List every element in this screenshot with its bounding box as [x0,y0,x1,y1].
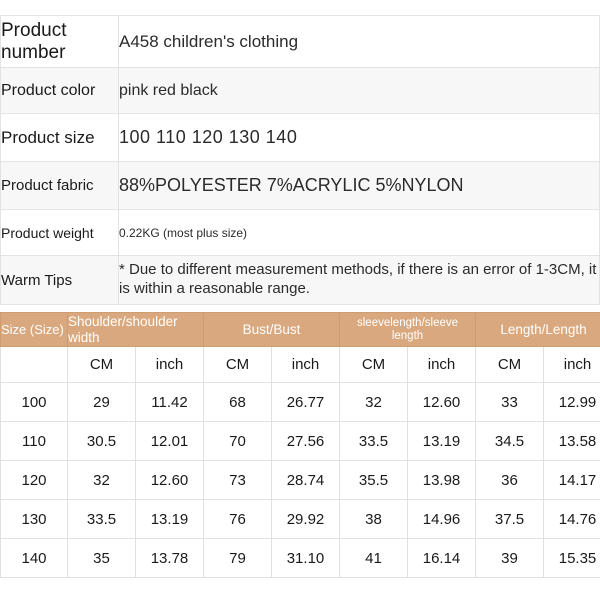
cell-shoulder-cm: 29 [68,383,136,422]
cell-sleeve-inch: 13.98 [408,461,476,500]
product-spec-table: Product number A458 children's clothing … [0,15,600,305]
unit-sleeve-cm: CM [340,347,408,383]
spec-row-product-size: Product size 100 110 120 130 140 [1,114,600,162]
spec-value-product-size: 100 110 120 130 140 [119,114,600,162]
spec-label-warm-tips: Warm Tips [1,256,119,305]
cell-length-inch: 12.99 [544,383,600,422]
size-chart-header-length: Length/Length [476,313,600,347]
spec-value-product-color: pink red black [119,68,600,114]
cell-bust-inch: 31.10 [272,539,340,578]
cell-length-cm: 34.5 [476,422,544,461]
cell-sleeve-cm: 33.5 [340,422,408,461]
cell-sleeve-inch: 16.14 [408,539,476,578]
table-row: 100 29 11.42 68 26.77 32 12.60 33 12.99 [1,383,600,422]
spec-row-product-color: Product color pink red black [1,68,600,114]
cell-sleeve-inch: 14.96 [408,500,476,539]
cell-shoulder-inch: 13.78 [136,539,204,578]
cell-bust-inch: 28.74 [272,461,340,500]
spec-value-product-number: A458 children's clothing [119,16,600,68]
table-row: 140 35 13.78 79 31.10 41 16.14 39 15.35 [1,539,600,578]
cell-sleeve-inch: 13.19 [408,422,476,461]
cell-size: 140 [1,539,68,578]
cell-sleeve-cm: 41 [340,539,408,578]
unit-bust-cm: CM [204,347,272,383]
cell-shoulder-inch: 12.60 [136,461,204,500]
cell-size: 110 [1,422,68,461]
spec-label-product-number: Product number [1,16,119,68]
spec-label-product-fabric: Product fabric [1,162,119,210]
cell-length-inch: 13.58 [544,422,600,461]
cell-shoulder-cm: 32 [68,461,136,500]
cell-sleeve-cm: 32 [340,383,408,422]
cell-size: 130 [1,500,68,539]
cell-length-inch: 14.17 [544,461,600,500]
cell-bust-cm: 70 [204,422,272,461]
spec-row-product-number: Product number A458 children's clothing [1,16,600,68]
unit-shoulder-inch: inch [136,347,204,383]
cell-shoulder-inch: 13.19 [136,500,204,539]
cell-length-cm: 39 [476,539,544,578]
unit-bust-inch: inch [272,347,340,383]
cell-shoulder-cm: 30.5 [68,422,136,461]
spec-value-product-weight: 0.22KG (most plus size) [119,210,600,256]
cell-shoulder-cm: 33.5 [68,500,136,539]
cell-length-cm: 36 [476,461,544,500]
cell-sleeve-inch: 12.60 [408,383,476,422]
size-chart-header-bust: Bust/Bust [204,313,340,347]
spec-row-warm-tips: Warm Tips * Due to different measurement… [1,256,600,305]
cell-bust-inch: 29.92 [272,500,340,539]
cell-bust-inch: 27.56 [272,422,340,461]
cell-bust-inch: 26.77 [272,383,340,422]
spec-label-product-weight: Product weight [1,210,119,256]
cell-bust-cm: 73 [204,461,272,500]
spec-row-product-fabric: Product fabric 88%POLYESTER 7%ACRYLIC 5%… [1,162,600,210]
size-measurement-chart: Size (Size) Shoulder/shoulder width Bust… [0,312,600,578]
cell-sleeve-cm: 35.5 [340,461,408,500]
cell-sleeve-cm: 38 [340,500,408,539]
cell-shoulder-cm: 35 [68,539,136,578]
cell-length-cm: 33 [476,383,544,422]
cell-bust-cm: 68 [204,383,272,422]
cell-size: 100 [1,383,68,422]
unit-sleeve-inch: inch [408,347,476,383]
size-chart-header-size: Size (Size) [1,313,68,347]
spec-label-product-color: Product color [1,68,119,114]
size-chart-header-row: Size (Size) Shoulder/shoulder width Bust… [1,313,600,347]
table-row: 120 32 12.60 73 28.74 35.5 13.98 36 14.1… [1,461,600,500]
cell-length-cm: 37.5 [476,500,544,539]
table-row: 110 30.5 12.01 70 27.56 33.5 13.19 34.5 … [1,422,600,461]
size-chart-unit-row: CM inch CM inch CM inch CM inch [1,347,600,383]
unit-length-cm: CM [476,347,544,383]
unit-cell-blank [1,347,68,383]
table-row: 130 33.5 13.19 76 29.92 38 14.96 37.5 14… [1,500,600,539]
unit-shoulder-cm: CM [68,347,136,383]
unit-length-inch: inch [544,347,600,383]
cell-bust-cm: 76 [204,500,272,539]
cell-shoulder-inch: 12.01 [136,422,204,461]
cell-length-inch: 15.35 [544,539,600,578]
cell-length-inch: 14.76 [544,500,600,539]
cell-size: 120 [1,461,68,500]
size-chart-header-shoulder: Shoulder/shoulder width [68,313,204,347]
cell-shoulder-inch: 11.42 [136,383,204,422]
spec-label-product-size: Product size [1,114,119,162]
spec-value-product-fabric: 88%POLYESTER 7%ACRYLIC 5%NYLON [119,162,600,210]
cell-bust-cm: 79 [204,539,272,578]
spec-value-warm-tips: * Due to different measurement methods, … [119,256,600,305]
size-chart-header-sleeve-length: sleevelength/sleeve length [340,313,476,347]
spec-row-product-weight: Product weight 0.22KG (most plus size) [1,210,600,256]
